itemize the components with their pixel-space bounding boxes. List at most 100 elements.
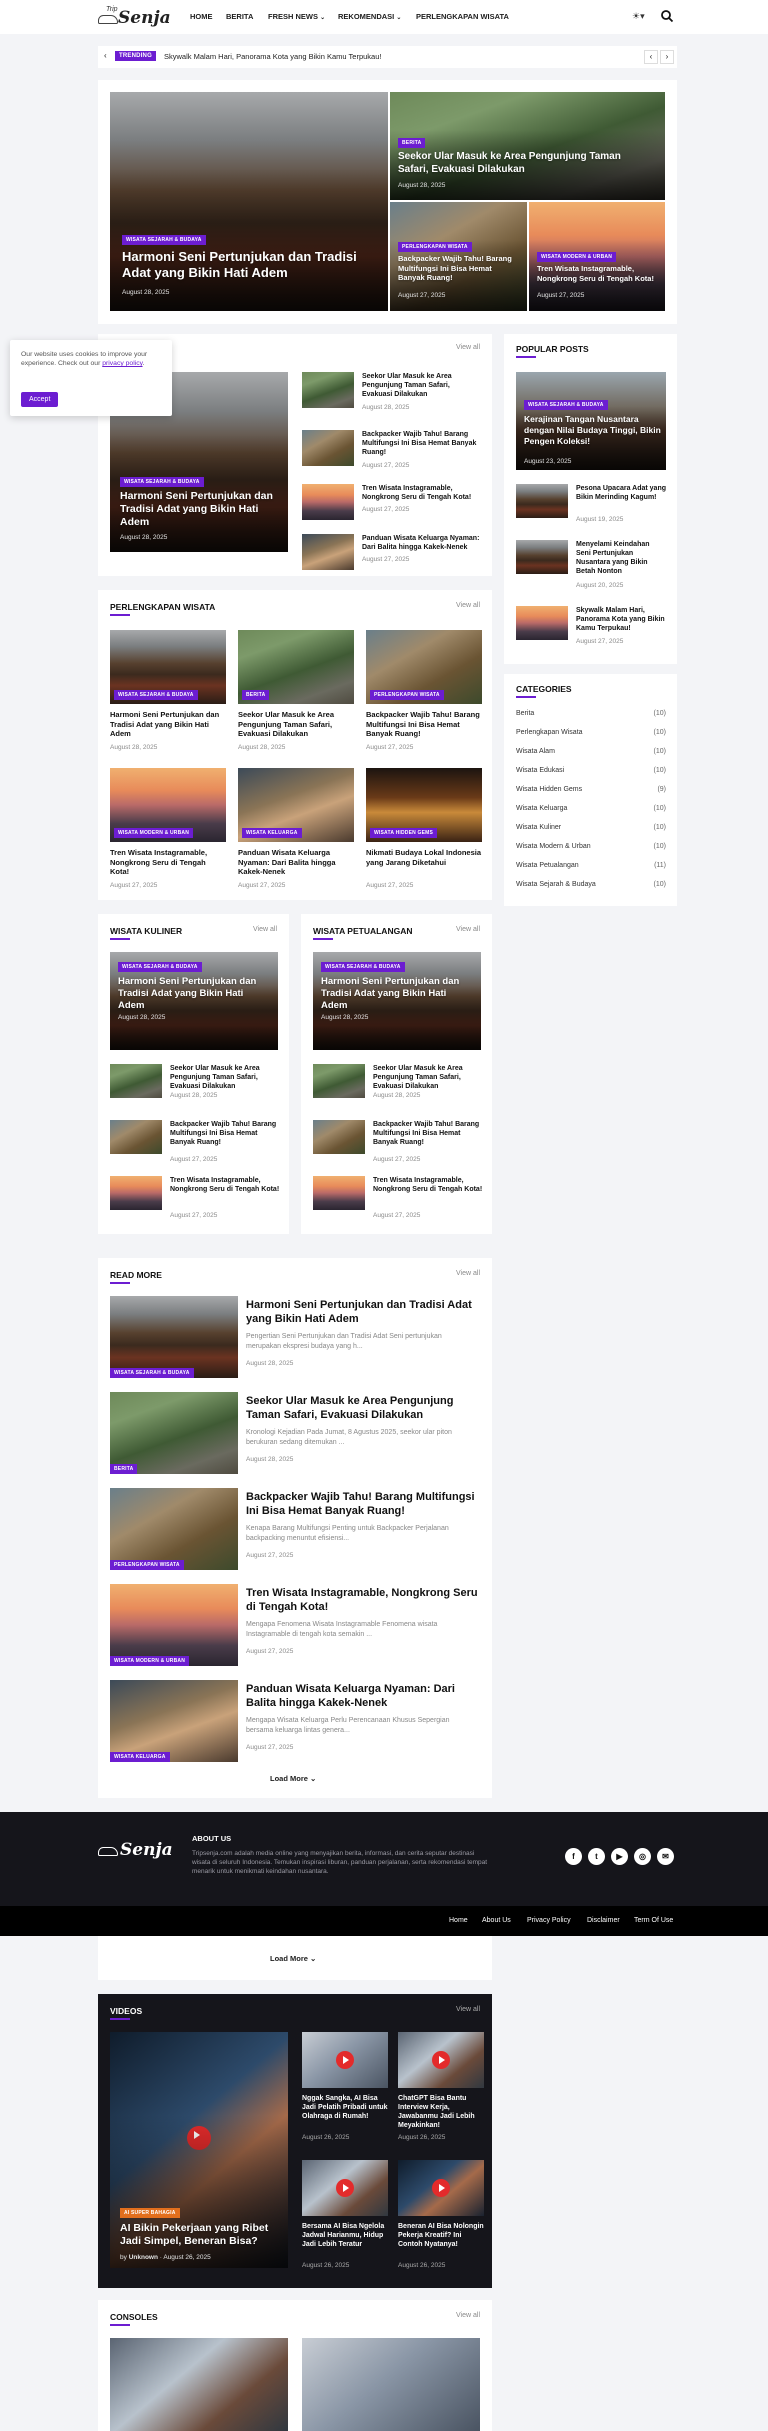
category-item[interactable]: Wisata Keluarga (10) xyxy=(516,805,666,812)
category-item[interactable]: Wisata Alam (10) xyxy=(516,748,666,755)
post-title[interactable]: Backpacker Wajib Tahu! Barang Multifungs… xyxy=(362,430,482,457)
post-thumbnail[interactable]: WISATA KELUARGA xyxy=(238,768,354,842)
video-big-post[interactable]: AI SUPER BAHAGIA AI Bikin Pekerjaan yang… xyxy=(110,2032,288,2268)
post-tag[interactable]: BERITA xyxy=(242,690,270,700)
post-title[interactable]: Backpacker Wajib Tahu! Barang Multifungs… xyxy=(246,1490,482,1518)
category-name[interactable]: Wisata Kuliner xyxy=(516,824,561,831)
category-name[interactable]: Perlengkapan Wisata xyxy=(516,729,583,736)
play-icon[interactable] xyxy=(432,2051,450,2069)
post-title[interactable]: Menyelami Keindahan Seni Pertunjukan Nus… xyxy=(576,540,666,576)
play-icon[interactable] xyxy=(336,2179,354,2197)
play-icon[interactable] xyxy=(336,2051,354,2069)
view-all-link[interactable]: View all xyxy=(456,2006,480,2013)
view-all-link[interactable]: View all xyxy=(456,2312,480,2319)
nav-fresh-news[interactable]: FRESH NEWS ⌄ xyxy=(268,12,325,21)
post-title[interactable]: Tren Wisata Instagramable, Nongkrong Ser… xyxy=(246,1586,482,1614)
post-thumbnail[interactable]: WISATA SEJARAH & BUDAYA xyxy=(110,1296,238,1378)
footer-logo[interactable]: Senja xyxy=(98,1838,178,1860)
search-icon[interactable] xyxy=(660,9,674,23)
hero-main-post[interactable]: WISATA SEJARAH & BUDAYA Harmoni Seni Per… xyxy=(110,92,388,311)
email-icon[interactable]: ✉ xyxy=(657,1848,674,1865)
thumb[interactable] xyxy=(302,430,354,466)
category-name[interactable]: Wisata Modern & Urban xyxy=(516,843,591,850)
post-title[interactable]: Tren Wisata Instagramable, Nongkrong Ser… xyxy=(373,1176,483,1194)
thumb[interactable] xyxy=(313,1064,365,1098)
post-title[interactable]: Panduan Wisata Keluarga Nyaman: Dari Bal… xyxy=(246,1682,482,1710)
thumb[interactable] xyxy=(302,372,354,408)
category-item[interactable]: Wisata Sejarah & Budaya (10) xyxy=(516,881,666,888)
post-tag[interactable]: WISATA MODERN & URBAN xyxy=(537,252,617,262)
hero-bottom-right-post[interactable]: WISATA MODERN & URBAN Tren Wisata Instag… xyxy=(529,202,665,311)
post-title[interactable]: Backpacker Wajib Tahu! Barang Multifungs… xyxy=(170,1120,280,1147)
post-title[interactable]: Seekor Ular Masuk ke Area Pengunjung Tam… xyxy=(238,710,354,739)
post-title[interactable]: Harmoni Seni Pertunjukan dan Tradisi Ada… xyxy=(246,1298,482,1326)
hero-top-post[interactable]: BERITA Seekor Ular Masuk ke Area Pengunj… xyxy=(390,92,665,200)
video-thumbnail[interactable] xyxy=(398,2160,484,2216)
hero-bottom-left-post[interactable]: PERLENGKAPAN WISATA Backpacker Wajib Tah… xyxy=(390,202,527,311)
post-tag[interactable]: BERITA xyxy=(110,1464,138,1474)
post-thumbnail[interactable]: PERLENGKAPAN WISATA xyxy=(366,630,482,704)
post-tag[interactable]: PERLENGKAPAN WISATA xyxy=(398,242,472,252)
post-title[interactable]: Panduan Wisata Keluarga Nyaman: Dari Bal… xyxy=(362,534,482,552)
trending-prev-button[interactable]: ‹ xyxy=(644,50,658,64)
category-name[interactable]: Wisata Sejarah & Budaya xyxy=(516,881,596,888)
youtube-icon[interactable]: ▶ xyxy=(611,1848,628,1865)
trending-next-button[interactable]: › xyxy=(660,50,674,64)
thumb[interactable] xyxy=(110,1176,162,1210)
category-item[interactable]: Wisata Edukasi (10) xyxy=(516,767,666,774)
view-all-link[interactable]: View all xyxy=(456,926,480,933)
nav-rekomendasi[interactable]: REKOMENDASI ⌄ xyxy=(338,12,401,21)
trending-text[interactable]: Skywalk Malam Hari, Panorama Kota yang B… xyxy=(164,52,381,61)
big-post[interactable]: WISATA SEJARAH & BUDAYA Harmoni Seni Pert… xyxy=(313,952,481,1050)
post-title[interactable]: Harmoni Seni Pertunjukan dan Tradisi Ada… xyxy=(321,976,471,1012)
view-all-link[interactable]: View all xyxy=(253,926,277,933)
category-item[interactable]: Wisata Kuliner (10) xyxy=(516,824,666,831)
post-title[interactable]: Kerajinan Tangan Nusantara dengan Nilai … xyxy=(524,414,662,447)
post-tag[interactable]: BERITA xyxy=(398,138,426,148)
popular-big-post[interactable]: WISATA SEJARAH & BUDAYA Kerajinan Tangan… xyxy=(516,372,666,470)
nav-home[interactable]: HOME xyxy=(190,12,213,21)
post-title[interactable]: Bersama AI Bisa Ngelola Jadwal Harianmu,… xyxy=(302,2222,388,2249)
facebook-icon[interactable]: f xyxy=(565,1848,582,1865)
thumb[interactable] xyxy=(516,606,568,640)
post-thumbnail[interactable]: WISATA HIDDEN GEMS xyxy=(366,768,482,842)
load-more-button[interactable]: Load More ⌄ xyxy=(270,1774,316,1783)
category-item[interactable]: Wisata Hidden Gems (9) xyxy=(516,786,666,793)
video-thumbnail[interactable] xyxy=(302,2160,388,2216)
console-post-image[interactable] xyxy=(110,2338,288,2431)
category-item[interactable]: Perlengkapan Wisata (10) xyxy=(516,729,666,736)
category-name[interactable]: Wisata Keluarga xyxy=(516,805,567,812)
post-title[interactable]: Beneran AI Bisa Nolongin Pekerja Kreatif… xyxy=(398,2222,484,2249)
post-title[interactable]: Harmoni Seni Pertunjukan dan Tradisi Ada… xyxy=(110,710,226,739)
thumb[interactable] xyxy=(313,1120,365,1154)
post-title[interactable]: Harmoni Seni Pertunjukan dan Tradisi Ada… xyxy=(122,249,367,281)
thumb[interactable] xyxy=(302,484,354,520)
thumb[interactable] xyxy=(302,534,354,570)
view-all-link[interactable]: View all xyxy=(456,602,480,609)
console-post-image[interactable] xyxy=(302,2338,480,2431)
post-title[interactable]: Harmoni Seni Pertunjukan dan Tradisi Ada… xyxy=(120,490,278,529)
twitter-icon[interactable]: t xyxy=(588,1848,605,1865)
post-title[interactable]: Backpacker Wajib Tahu! Barang Multifungs… xyxy=(373,1120,483,1147)
post-tag[interactable]: WISATA SEJARAH & BUDAYA xyxy=(118,962,202,972)
post-tag[interactable]: PERLENGKAPAN WISATA xyxy=(110,1560,184,1570)
view-all-link[interactable]: View all xyxy=(456,1270,480,1277)
post-title[interactable]: Seekor Ular Masuk ke Area Pengunjung Tam… xyxy=(246,1394,482,1422)
post-title[interactable]: Tren Wisata Instagramable, Nongkrong Ser… xyxy=(537,264,659,283)
post-title[interactable]: Nikmati Budaya Lokal Indonesia yang Jara… xyxy=(366,848,482,867)
accept-cookie-button[interactable]: Accept xyxy=(21,392,59,407)
category-item[interactable]: Berita (10) xyxy=(516,710,666,717)
post-tag[interactable]: WISATA SEJARAH & BUDAYA xyxy=(114,690,198,700)
post-thumbnail[interactable]: BERITA xyxy=(110,1392,238,1474)
post-thumbnail[interactable]: BERITA xyxy=(238,630,354,704)
post-title[interactable]: Skywalk Malam Hari, Panorama Kota yang B… xyxy=(576,606,666,633)
category-name[interactable]: Wisata Petualangan xyxy=(516,862,579,869)
post-title[interactable]: Pesona Upacara Adat yang Bikin Merinding… xyxy=(576,484,666,502)
footer-link-terms[interactable]: Term Of Use xyxy=(634,1917,673,1924)
post-title[interactable]: Panduan Wisata Keluarga Nyaman: Dari Bal… xyxy=(238,848,354,877)
post-thumbnail[interactable]: WISATA KELUARGA xyxy=(110,1680,238,1762)
footer-link-home[interactable]: Home xyxy=(449,1917,468,1924)
footer-link-disclaimer[interactable]: Disclaimer xyxy=(587,1917,620,1924)
category-name[interactable]: Berita xyxy=(516,710,534,717)
post-tag[interactable]: PERLENGKAPAN WISATA xyxy=(370,690,444,700)
